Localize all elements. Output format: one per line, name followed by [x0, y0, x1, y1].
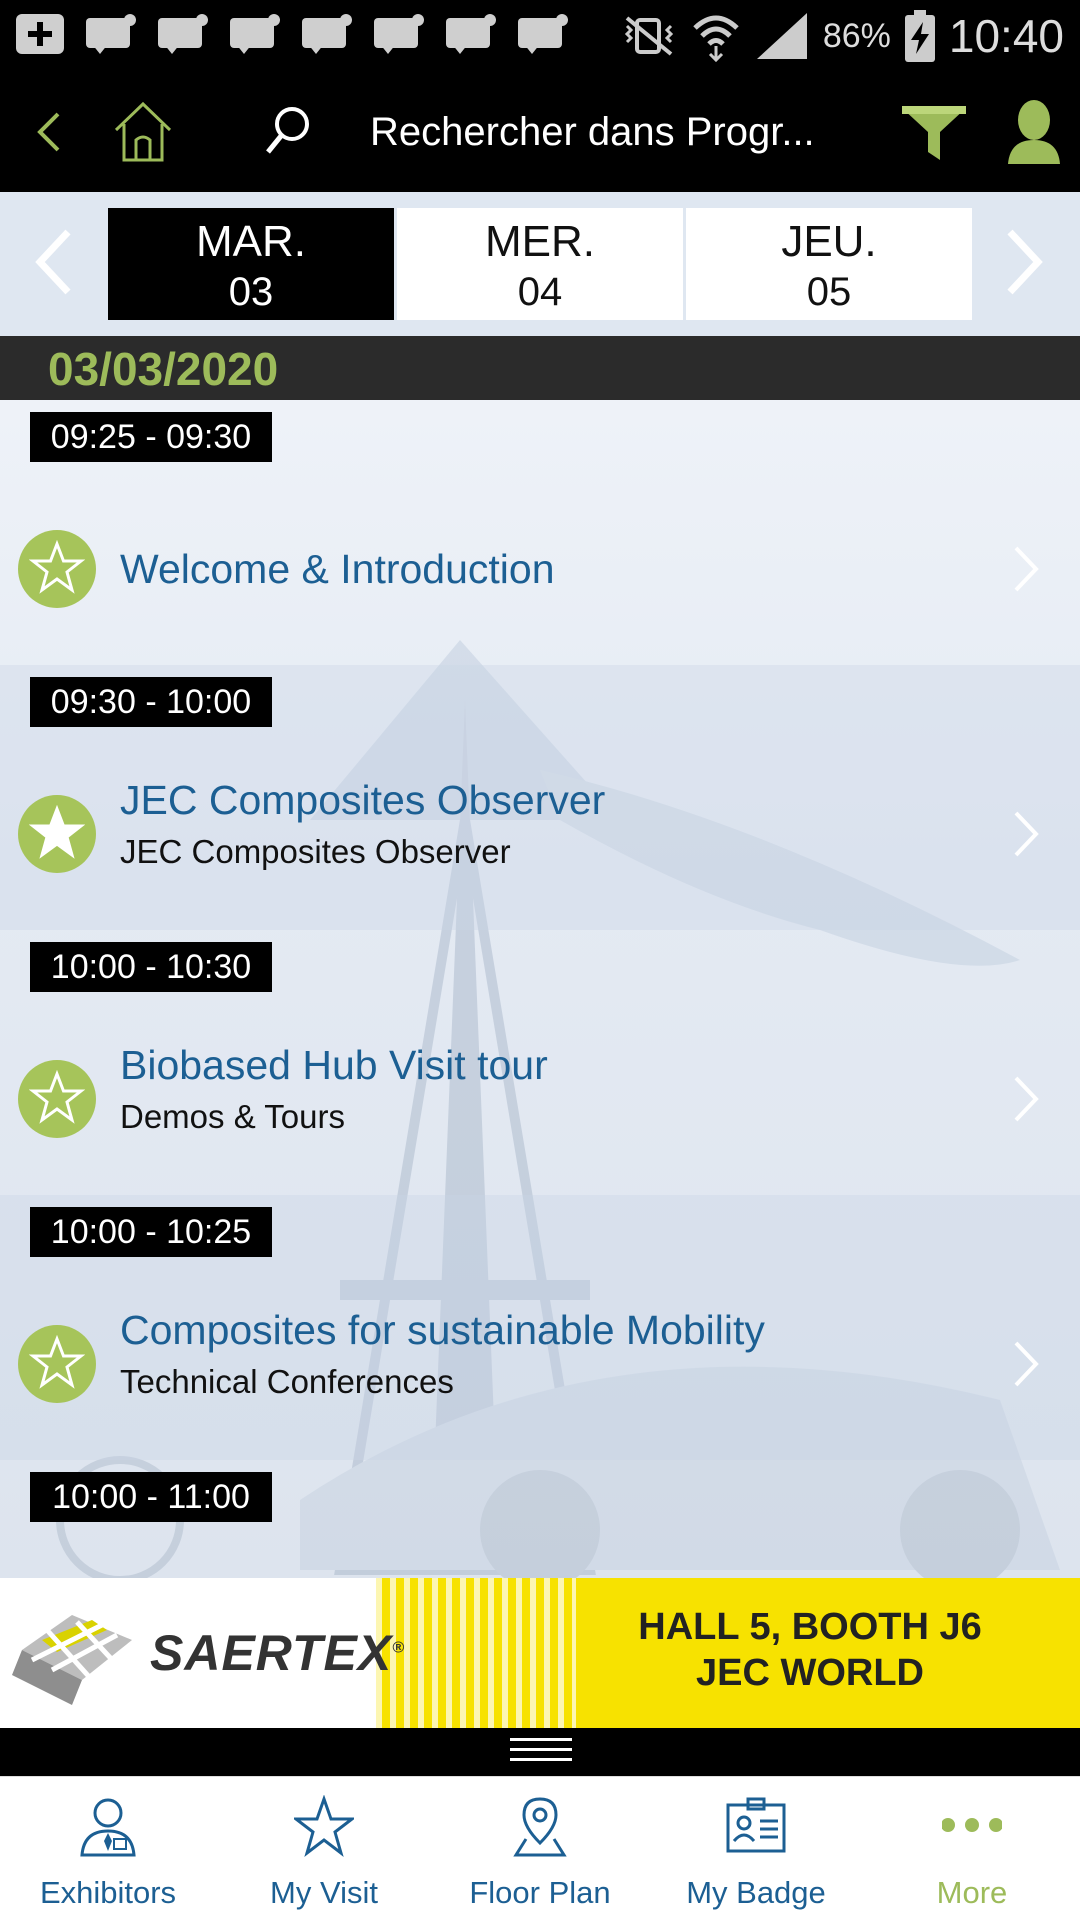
banner-booth-text: HALL 5, BOOTH J6 JEC WORLD: [590, 1604, 1030, 1696]
nav-label: My Badge: [686, 1875, 826, 1910]
nav-my-visit[interactable]: My Visit: [216, 1777, 432, 1920]
badge-icon: [726, 1797, 786, 1853]
bottom-navigation: Exhibitors My Visit Floor Plan My Badge: [0, 1776, 1080, 1920]
session-title: Biobased Hub Visit tour: [120, 1042, 548, 1088]
chevron-right-icon: [1014, 1341, 1039, 1387]
day-tab-thu[interactable]: JEU. 05: [686, 208, 972, 320]
search-title[interactable]: Rechercher dans Progr...: [370, 102, 830, 162]
session-item[interactable]: 10:00 - 10:25 Composites for sustainable…: [0, 1195, 1080, 1460]
chevron-right-icon: [1014, 811, 1039, 857]
sponsor-banner[interactable]: SAERTEX® HALL 5, BOOTH J6 JEC WORLD: [0, 1578, 1080, 1728]
drawer-handle[interactable]: [0, 1728, 1080, 1776]
session-time: 10:00 - 10:30: [30, 942, 272, 992]
session-time: 09:25 - 09:30: [30, 412, 272, 462]
star-icon: [29, 1335, 85, 1389]
previous-day-arrow-icon[interactable]: [24, 222, 84, 302]
nav-my-badge[interactable]: My Badge: [648, 1777, 864, 1920]
nav-floor-plan[interactable]: Floor Plan: [432, 1777, 648, 1920]
favorite-button[interactable]: [18, 530, 96, 608]
home-icon[interactable]: [112, 100, 174, 164]
status-bar: 86% 10:40: [0, 0, 1080, 72]
favorite-button[interactable]: [18, 795, 96, 873]
next-day-arrow-icon[interactable]: [994, 222, 1054, 302]
session-time: 10:00 - 10:25: [30, 1207, 272, 1257]
session-item[interactable]: 09:30 - 10:00 JEC Composites Observer JE…: [0, 665, 1080, 930]
date-header: 03/03/2020: [0, 336, 1080, 400]
map-pin-icon: [513, 1797, 567, 1857]
star-icon: [29, 540, 85, 594]
signal-icon: [756, 13, 807, 59]
day-selector: MAR. 03 MER. 04 JEU. 05: [0, 192, 1080, 336]
add-notification-icon: [16, 14, 64, 54]
back-arrow-icon[interactable]: [30, 110, 70, 154]
session-title: Welcome & Introduction: [120, 546, 555, 592]
vibrate-mute-icon: [624, 16, 673, 56]
nav-more[interactable]: More: [864, 1777, 1080, 1920]
star-filled-icon: [29, 805, 85, 859]
search-icon[interactable]: [262, 104, 312, 158]
day-number: 05: [806, 270, 852, 314]
clock: 10:40: [948, 10, 1064, 62]
banner-brand: SAERTEX®: [150, 1625, 406, 1681]
message-icon: [446, 14, 496, 54]
session-title: JEC Composites Observer: [120, 777, 606, 823]
session-list[interactable]: 09:25 - 09:30 Welcome & Introduction 09:…: [0, 400, 1080, 1578]
session-subtitle: Technical Conferences: [120, 1363, 454, 1400]
menu-handle-icon: [510, 1738, 572, 1766]
session-title: Composites for sustainable Mobility: [120, 1307, 765, 1353]
nav-label: More: [936, 1875, 1008, 1910]
message-icon: [86, 14, 136, 54]
more-dots-icon: [942, 1818, 1002, 1832]
message-icon: [230, 14, 280, 54]
chevron-right-icon: [1014, 546, 1039, 592]
message-icon: [518, 14, 568, 54]
exhibitor-icon: [80, 1798, 136, 1857]
chevron-right-icon: [1014, 1076, 1039, 1122]
day-name: JEU.: [781, 217, 877, 266]
favorite-button[interactable]: [18, 1325, 96, 1403]
nav-label: My Visit: [270, 1875, 378, 1910]
filter-icon[interactable]: [900, 104, 968, 162]
day-tab-tue[interactable]: MAR. 03: [108, 208, 394, 320]
battery-percent: 86%: [822, 16, 891, 55]
battery-charging-icon: [904, 10, 935, 62]
favorite-button[interactable]: [18, 1060, 96, 1138]
day-number: 04: [517, 270, 563, 314]
message-icon: [374, 14, 424, 54]
nav-label: Exhibitors: [39, 1875, 177, 1910]
wifi-icon: [693, 15, 739, 62]
session-item[interactable]: 10:00 - 10:30 Biobased Hub Visit tour De…: [0, 930, 1080, 1195]
star-icon: [294, 1795, 354, 1857]
day-name: MER.: [485, 217, 595, 266]
day-name: MAR.: [196, 217, 306, 266]
session-item[interactable]: 10:00 - 11:00: [0, 1460, 1080, 1578]
session-time: 09:30 - 10:00: [30, 677, 272, 727]
banner-streaks: [376, 1578, 576, 1728]
nav-label: Floor Plan: [469, 1875, 611, 1910]
nav-exhibitors[interactable]: Exhibitors: [0, 1777, 216, 1920]
session-subtitle: Demos & Tours: [120, 1098, 345, 1135]
session-item[interactable]: 09:25 - 09:30 Welcome & Introduction: [0, 400, 1080, 665]
day-number: 03: [228, 270, 274, 314]
profile-icon[interactable]: [1006, 98, 1062, 164]
message-icon: [302, 14, 352, 54]
session-subtitle: JEC Composites Observer: [120, 833, 511, 870]
date-header-text: 03/03/2020: [48, 343, 279, 395]
saertex-logo-icon: [12, 1615, 132, 1705]
message-icon: [158, 14, 208, 54]
day-tab-wed[interactable]: MER. 04: [397, 208, 683, 320]
session-time: 10:00 - 11:00: [30, 1472, 272, 1522]
banner-line-2: JEC WORLD: [696, 1652, 924, 1694]
app-bar: Rechercher dans Progr...: [0, 72, 1080, 192]
star-icon: [29, 1070, 85, 1124]
banner-line-1: HALL 5, BOOTH J6: [638, 1606, 982, 1648]
